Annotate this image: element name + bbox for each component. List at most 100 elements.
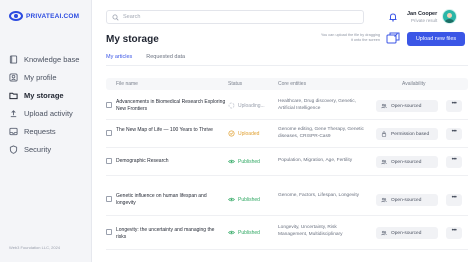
more-options-button[interactable]: •••	[446, 128, 462, 140]
availability-selector[interactable]: Open-sourced	[376, 156, 438, 168]
availability-selector[interactable]: Open-sourced	[376, 194, 438, 206]
column-header-status[interactable]: Status	[228, 81, 242, 87]
row-checkbox[interactable]	[106, 102, 112, 108]
eye-icon	[228, 197, 235, 202]
availability-label: Open-sourced	[391, 103, 422, 109]
sidebar-item-upload-activity[interactable]: Upload activity	[9, 104, 87, 122]
file-name[interactable]: Advancements in Biomedical Research Expl…	[116, 99, 226, 113]
status-badge: Published	[228, 196, 260, 203]
sidebar: PRIVATEAI.COM Knowledge base My profile …	[0, 0, 92, 262]
availability-selector[interactable]: Permission based	[376, 128, 438, 140]
table-row[interactable]: Genetic influence on human lifespan and …	[106, 188, 468, 216]
core-entities: Longevity, Uncertainty, Risk Management,…	[278, 225, 343, 237]
folder-icon	[9, 91, 18, 100]
status-badge: Published	[228, 158, 260, 165]
file-name[interactable]: Demographic Research	[116, 158, 226, 165]
upload-icon	[9, 109, 18, 118]
sidebar-item-label: Knowledge base	[24, 54, 80, 64]
search-icon	[112, 14, 119, 21]
brand-logo[interactable]: PRIVATEAI.COM	[9, 11, 79, 21]
lock-icon	[381, 131, 387, 137]
users-icon	[381, 103, 387, 109]
more-options-button[interactable]: •••	[446, 194, 462, 206]
eye-logo-icon	[9, 11, 23, 21]
more-dots-icon: •••	[451, 129, 457, 135]
upload-files-icon	[386, 32, 400, 44]
user-role: Private result	[411, 18, 438, 23]
sidebar-item-requests[interactable]: Requests	[9, 122, 87, 140]
bell-icon[interactable]	[388, 12, 398, 22]
users-icon	[381, 197, 387, 203]
availability-label: Open-sourced	[391, 230, 422, 236]
column-header-availability[interactable]: Availability	[402, 81, 426, 87]
row-checkbox[interactable]	[106, 229, 112, 235]
users-icon	[381, 230, 387, 236]
table-row[interactable]: The New Map of Life — 100 Years to Thriv…	[106, 120, 468, 148]
more-options-button[interactable]: •••	[446, 156, 462, 168]
status-text: Uploaded	[238, 130, 260, 137]
shield-icon	[9, 144, 18, 154]
core-entities: Genome editing, Gene Therapy, Genetic di…	[278, 127, 364, 139]
table-header: File name Status Core entities Availabil…	[106, 78, 468, 90]
more-dots-icon: •••	[451, 157, 457, 163]
file-name[interactable]: Genetic influence on human lifespan and …	[116, 193, 226, 207]
row-checkbox[interactable]	[106, 130, 112, 136]
inbox-icon	[9, 127, 18, 136]
sidebar-item-label: Security	[24, 144, 52, 154]
search-input[interactable]	[123, 14, 343, 20]
row-checkbox[interactable]	[106, 196, 112, 202]
sidebar-item-label: Requests	[24, 126, 56, 136]
file-name[interactable]: The New Map of Life — 100 Years to Thriv…	[116, 127, 226, 134]
upload-new-files-button[interactable]: Upload new files	[407, 32, 465, 46]
availability-label: Open-sourced	[391, 197, 422, 203]
sidebar-item-label: My profile	[24, 72, 57, 82]
availability-selector[interactable]: Open-sourced	[376, 100, 438, 112]
page-title: My storage	[106, 34, 159, 45]
core-entities: Population, Migration, Age, Fertility	[278, 158, 353, 163]
avatar[interactable]	[442, 9, 457, 24]
eye-icon	[228, 230, 235, 235]
table-row[interactable]: Advancements in Biomedical Research Expl…	[106, 92, 468, 120]
sidebar-item-security[interactable]: Security	[9, 140, 87, 158]
sidebar-nav: Knowledge base My profile My storage Upl…	[9, 50, 87, 158]
brand-name: PRIVATEAI.COM	[26, 12, 80, 20]
more-options-button[interactable]: •••	[446, 100, 462, 112]
eye-icon	[228, 159, 235, 164]
file-name[interactable]: Longevity: the uncertainty and managing …	[116, 227, 226, 241]
core-entities: Genome, Factors, Lifespan, Longevity	[278, 193, 360, 198]
tab-requested-data[interactable]: Requested data	[146, 54, 185, 64]
sidebar-item-label: My storage	[24, 90, 64, 100]
column-header-core-entities[interactable]: Core entities	[278, 81, 306, 87]
availability-selector[interactable]: Open-sourced	[376, 227, 438, 239]
sidebar-item-my-storage[interactable]: My storage	[9, 86, 87, 104]
sidebar-item-knowledge-base[interactable]: Knowledge base	[9, 50, 87, 68]
availability-label: Permission based	[391, 131, 430, 137]
status-badge: Published	[228, 229, 260, 236]
more-options-button[interactable]: •••	[446, 227, 462, 239]
availability-label: Open-sourced	[391, 159, 422, 165]
status-text: Published	[238, 196, 260, 203]
tab-my-articles[interactable]: My articles	[106, 54, 133, 66]
footer-copyright: Web3 Foundation LLC, 2024	[9, 245, 61, 250]
sidebar-item-my-profile[interactable]: My profile	[9, 68, 87, 86]
row-checkbox[interactable]	[106, 158, 112, 164]
more-dots-icon: •••	[451, 228, 457, 234]
core-entities: Healthcare, Drug discovery, Genetic, Art…	[278, 99, 357, 111]
book-icon	[9, 54, 18, 64]
column-header-file-name[interactable]: File name	[116, 81, 138, 87]
table-row[interactable]: Demographic Research Published Populatio…	[106, 148, 468, 176]
user-icon	[9, 72, 18, 82]
user-name: Jan Cooper	[407, 11, 438, 17]
check-circle-icon	[228, 130, 235, 137]
status-text: Published	[238, 158, 260, 165]
loading-spinner-icon	[228, 102, 235, 109]
search-bar[interactable]	[106, 10, 364, 24]
status-badge: Uploaded	[228, 130, 259, 137]
users-icon	[381, 159, 387, 165]
more-dots-icon: •••	[451, 195, 457, 201]
status-text: Published	[238, 229, 260, 236]
status-badge: Uploading...	[228, 102, 265, 109]
tabs-divider	[106, 65, 468, 66]
table-row[interactable]: Longevity: the uncertainty and managing …	[106, 222, 468, 250]
more-dots-icon: •••	[451, 101, 457, 107]
